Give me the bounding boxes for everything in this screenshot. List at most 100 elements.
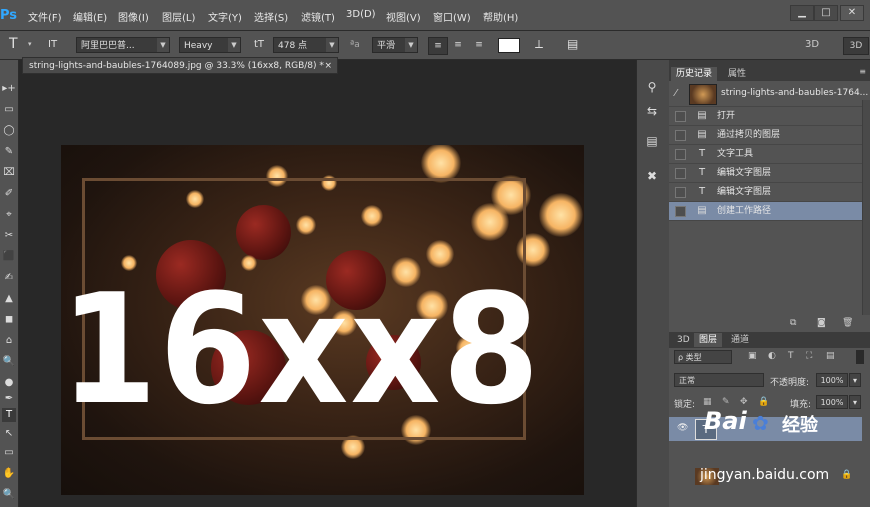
tab-properties[interactable]: 属性 xyxy=(723,67,751,81)
filter-toggle[interactable] xyxy=(856,350,864,364)
menu-3d[interactable]: 3D(D) xyxy=(346,9,376,20)
adjust-panel-icon[interactable]: ⇆ xyxy=(642,102,662,120)
type-tool-button[interactable]: T xyxy=(2,408,16,422)
font-style-value: Heavy xyxy=(184,41,213,51)
menu-type[interactable]: 文字(Y) xyxy=(208,9,242,24)
close-window-button[interactable]: ✕ xyxy=(840,5,864,21)
canvas-type-layer-text[interactable]: 16xx8 xyxy=(60,270,540,430)
filter-type-icon[interactable]: T xyxy=(788,351,794,361)
opacity-chevron-icon[interactable]: ▾ xyxy=(849,373,861,387)
menu-help[interactable]: 帮助(H) xyxy=(483,9,518,24)
menu-edit[interactable]: 编辑(E) xyxy=(73,9,107,24)
font-size-value: 478 点 xyxy=(278,41,308,51)
crop-tool-icon[interactable]: ⌧ xyxy=(2,166,16,180)
filter-adjust-icon[interactable]: ◐ xyxy=(768,351,776,361)
tab-3d[interactable]: 3D xyxy=(672,333,695,347)
blend-mode-select[interactable]: 正常 xyxy=(674,373,764,387)
history-item-label: 编辑文字图层 xyxy=(717,168,772,178)
brush-tool-icon[interactable]: ✂ xyxy=(2,229,16,243)
camera-snapshot-icon[interactable]: ◙ xyxy=(817,318,826,328)
tab-channels[interactable]: 通道 xyxy=(726,333,754,347)
history-scrollbar[interactable] xyxy=(862,100,870,315)
tab-layers[interactable]: 图层 xyxy=(694,333,723,347)
restore-button[interactable]: □ xyxy=(814,5,838,21)
character-panel-icon[interactable]: ▤ xyxy=(567,36,578,52)
align-right-button[interactable]: ≡ xyxy=(470,37,488,53)
antialias-select[interactable]: 平滑 ▼ xyxy=(372,37,418,53)
type-tool-icon[interactable]: T xyxy=(9,36,18,52)
snapshot-thumbnail xyxy=(689,84,717,105)
healing-tool-icon[interactable]: ⌖ xyxy=(2,208,16,222)
pen-tool-icon[interactable]: ✒ xyxy=(2,392,16,406)
blur-tool-icon[interactable]: ⌂ xyxy=(2,334,16,348)
layers-comp-icon[interactable]: ▤ xyxy=(642,132,662,150)
history-item[interactable]: T 编辑文字图层 xyxy=(669,183,862,202)
opacity-input[interactable]: 100% xyxy=(816,373,848,387)
visibility-eye-icon[interactable]: 👁 xyxy=(677,423,688,433)
close-tab-icon[interactable]: × xyxy=(324,58,332,75)
history-item[interactable]: ▤ 打开 xyxy=(669,107,862,126)
font-size-select[interactable]: 478 点 ▼ xyxy=(273,37,339,53)
history-brush-tool-icon[interactable]: ✍ xyxy=(2,271,16,285)
trash-icon[interactable]: 🗑 xyxy=(842,318,853,328)
history-item-label: 打开 xyxy=(717,111,736,121)
move-tool-icon[interactable]: ▸+ xyxy=(2,82,16,96)
align-center-button[interactable]: ≡ xyxy=(449,37,467,53)
hand-tool-icon[interactable]: ✋ xyxy=(2,467,16,481)
chevron-down-icon: ▼ xyxy=(405,38,417,52)
tab-history[interactable]: 历史记录 xyxy=(671,67,718,81)
history-item[interactable]: T 编辑文字图层 xyxy=(669,164,862,183)
eraser-tool-icon[interactable]: ▲ xyxy=(2,292,16,306)
align-left-button[interactable]: ≡ xyxy=(428,37,448,55)
chevron-down-icon: ▼ xyxy=(157,38,169,52)
tools-preset-icon[interactable]: ✖ xyxy=(642,167,662,185)
warp-text-icon[interactable]: ⟂ xyxy=(535,36,543,52)
menu-window[interactable]: 窗口(W) xyxy=(433,9,471,24)
history-checkbox[interactable] xyxy=(675,149,686,160)
menu-select[interactable]: 选择(S) xyxy=(254,9,288,24)
history-snapshot[interactable]: ⁄ string-lights-and-baubles-1764... xyxy=(669,82,868,107)
new-document-from-state-icon[interactable]: ⧉ xyxy=(790,318,796,328)
zoom-tool-icon[interactable]: 🔍 xyxy=(2,488,16,502)
history-item[interactable]: T 文字工具 xyxy=(669,145,862,164)
font-style-select[interactable]: Heavy ▼ xyxy=(179,37,241,53)
minimize-button[interactable]: ▁ xyxy=(790,5,814,21)
history-item[interactable]: ▤ 通过拷贝的图层 xyxy=(669,126,862,145)
stamp-tool-icon[interactable]: ⬛ xyxy=(2,250,16,264)
filter-smart-icon[interactable]: ▤ xyxy=(826,351,835,361)
lasso-tool-icon[interactable]: ◯ xyxy=(2,124,16,138)
panel-menu-icon[interactable]: ≡ xyxy=(859,67,866,76)
filter-pixel-icon[interactable]: ▣ xyxy=(748,351,757,361)
watermark-brand: Bai xyxy=(704,407,747,435)
document-tab[interactable]: string-lights-and-baubles-1764089.jpg @ … xyxy=(22,57,338,74)
eyedropper-tool-icon[interactable]: ✐ xyxy=(2,187,16,201)
marquee-tool-icon[interactable]: ▭ xyxy=(2,103,16,117)
filter-shape-icon[interactable]: ⛶ xyxy=(806,351,812,361)
history-checkbox[interactable] xyxy=(675,206,686,217)
dodge-tool-icon[interactable]: 🔍 xyxy=(2,355,16,369)
3d-mode-button[interactable]: 3D xyxy=(843,37,869,55)
text-orientation-icon[interactable]: IT xyxy=(48,37,57,53)
history-checkbox[interactable] xyxy=(675,168,686,179)
gradient-tool-icon[interactable]: ◼ xyxy=(2,313,16,327)
ellipse-tool-icon[interactable]: ● xyxy=(2,376,16,390)
tool-preset-chevron-icon[interactable]: ▾ xyxy=(28,40,32,48)
snapshot-label: string-lights-and-baubles-1764... xyxy=(721,88,869,98)
menu-view[interactable]: 视图(V) xyxy=(386,9,421,24)
menu-image[interactable]: 图像(I) xyxy=(118,9,149,24)
layer-filter-select[interactable]: ρ 类型 xyxy=(674,350,732,364)
quick-select-tool-icon[interactable]: ✎ xyxy=(2,145,16,159)
history-checkbox[interactable] xyxy=(675,187,686,198)
font-family-select[interactable]: 阿里巴巴普... ▼ xyxy=(76,37,170,53)
path-select-tool-icon[interactable]: ↖ xyxy=(2,427,16,441)
menu-layer[interactable]: 图层(L) xyxy=(162,9,195,24)
brush-source-icon[interactable]: ⁄ xyxy=(675,88,677,99)
history-checkbox[interactable] xyxy=(675,130,686,141)
menu-filter[interactable]: 滤镜(T) xyxy=(301,9,335,24)
shape-tool-icon[interactable]: ▭ xyxy=(2,446,16,460)
text-color-swatch[interactable] xyxy=(498,38,520,53)
history-checkbox[interactable] xyxy=(675,111,686,122)
history-panel-icon[interactable]: ⚲ xyxy=(642,78,662,96)
history-item-selected[interactable]: ▤ 创建工作路径 xyxy=(669,202,862,221)
menu-file[interactable]: 文件(F) xyxy=(28,9,62,24)
